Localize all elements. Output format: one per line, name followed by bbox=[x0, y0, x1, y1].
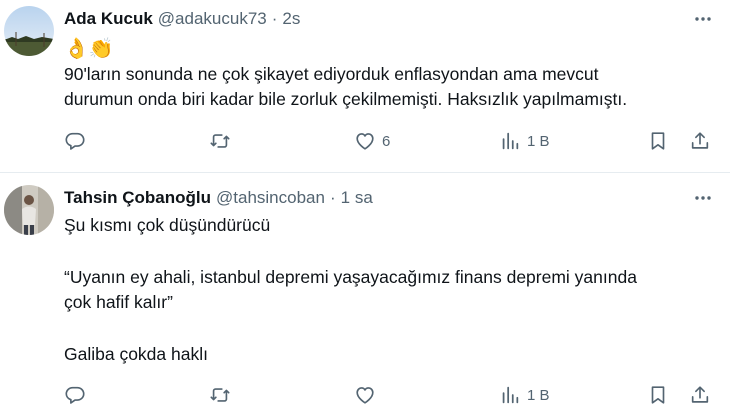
view-count: 1 B bbox=[527, 132, 550, 150]
tweet-text-line: çok hafif kalır” bbox=[64, 292, 173, 312]
tweet-text-line: 90'ların sonunda ne çok şikayet ediyordu… bbox=[64, 64, 599, 84]
share-upload-icon bbox=[691, 386, 709, 403]
tweet-text-line: durumun onda biri kadar bile zorluk çeki… bbox=[64, 89, 628, 109]
author-name[interactable]: Tahsin Çobanoğlu bbox=[64, 188, 211, 208]
action-bar: 6 1 B bbox=[64, 129, 716, 153]
like-button[interactable] bbox=[354, 383, 382, 407]
views-button[interactable]: 1 B bbox=[499, 129, 550, 153]
author-name[interactable]: Ada Kucuk bbox=[64, 9, 153, 29]
heart-icon bbox=[356, 133, 374, 150]
retweet-icon bbox=[210, 388, 230, 402]
views-button[interactable]: 1 B bbox=[499, 383, 550, 407]
tweet-header: Ada Kucuk @adakucuk73 · 2s bbox=[64, 9, 300, 29]
action-bar: 1 B bbox=[64, 383, 716, 407]
author-handle[interactable]: @adakucuk73 bbox=[158, 9, 267, 29]
emoji-line: 👌👏 bbox=[64, 38, 114, 60]
timestamp[interactable]: 2s bbox=[282, 9, 300, 29]
bookmark-button[interactable] bbox=[647, 129, 669, 153]
bookmark-icon bbox=[651, 132, 665, 150]
timestamp[interactable]: 1 sa bbox=[341, 188, 373, 208]
views-bar-chart-icon bbox=[502, 132, 519, 150]
like-button[interactable]: 6 bbox=[354, 129, 390, 153]
share-button[interactable] bbox=[689, 129, 711, 153]
more-dots-icon[interactable] bbox=[692, 8, 714, 30]
reply-bubble-icon bbox=[65, 386, 85, 404]
view-count: 1 B bbox=[527, 386, 550, 404]
like-count: 6 bbox=[382, 132, 391, 150]
tweet-ada-kucuk[interactable]: Ada Kucuk @adakucuk73 · 2s 👌👏 90'ların s… bbox=[0, 0, 730, 172]
more-dots-icon[interactable] bbox=[692, 187, 714, 209]
heart-icon bbox=[356, 387, 374, 404]
tweet-tahsin-cobanoglu[interactable]: Tahsin Çobanoğlu @tahsincoban · 1 sa Şu … bbox=[0, 173, 730, 420]
separator: · bbox=[271, 9, 278, 28]
retweet-icon bbox=[210, 134, 230, 148]
author-handle[interactable]: @tahsincoban bbox=[216, 188, 325, 208]
share-upload-icon bbox=[691, 132, 709, 149]
avatar[interactable] bbox=[4, 6, 54, 56]
tweet-text-line: “Uyanın ey ahali, istanbul depremi yaşay… bbox=[64, 267, 637, 287]
reply-bubble-icon bbox=[65, 132, 85, 150]
tweet-text: Şu kısmı çok düşündürücü “Uyanın ey ahal… bbox=[64, 213, 714, 367]
bookmark-icon bbox=[651, 386, 665, 404]
share-button[interactable] bbox=[689, 383, 711, 407]
views-bar-chart-icon bbox=[502, 386, 519, 404]
separator: · bbox=[329, 188, 336, 207]
tweet-text-line: Galiba çokda haklı bbox=[64, 344, 208, 364]
reply-button[interactable] bbox=[64, 383, 86, 407]
tweet-header: Tahsin Çobanoğlu @tahsincoban · 1 sa bbox=[64, 188, 373, 208]
bookmark-button[interactable] bbox=[647, 383, 669, 407]
tweet-text-line: Şu kısmı çok düşündürücü bbox=[64, 215, 271, 235]
avatar[interactable] bbox=[4, 185, 54, 235]
retweet-button[interactable] bbox=[209, 129, 231, 153]
reply-button[interactable] bbox=[64, 129, 86, 153]
tweet-text: 90'ların sonunda ne çok şikayet ediyordu… bbox=[64, 62, 714, 112]
retweet-button[interactable] bbox=[209, 383, 231, 407]
